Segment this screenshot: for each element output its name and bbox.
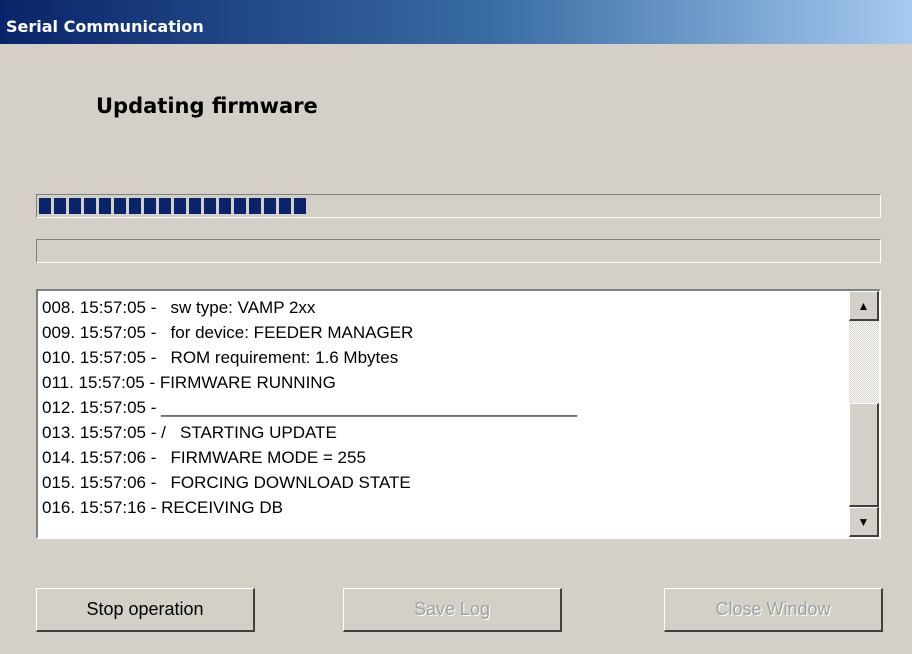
arrow-up-icon: ▲ [857,298,870,313]
main-progress-fill [39,198,306,214]
status-heading: Updating firmware [96,94,318,118]
serial-communication-window: Serial Communication Updating firmware 0… [0,0,912,654]
title-bar[interactable]: Serial Communication [0,0,912,44]
secondary-progress-bar [36,239,881,263]
window-title: Serial Communication [6,17,204,36]
log-line: 015. 15:57:06 - FORCING DOWNLOAD STATE [42,473,411,492]
arrow-down-icon: ▼ [857,514,870,529]
save-log-button[interactable]: Save Log [343,588,562,632]
log-line: 008. 15:57:05 - sw type: VAMP 2xx [42,298,316,317]
scroll-down-button[interactable]: ▼ [849,507,879,537]
log-line: 012. 15:57:05 - ________________________… [42,398,578,417]
log-lines: 008. 15:57:05 - sw type: VAMP 2xx 009. 15… [38,295,846,520]
close-window-button[interactable]: Close Window [664,588,883,632]
log-line: 009. 15:57:05 - for device: FEEDER MANAG… [42,323,414,342]
log-line: 014. 15:57:06 - FIRMWARE MODE = 255 [42,448,366,467]
log-scrollbar[interactable]: ▲ ▼ [849,291,879,537]
main-progress-bar [36,194,881,218]
scroll-up-button[interactable]: ▲ [849,291,879,321]
scrollbar-thumb[interactable] [849,403,879,507]
log-line: 016. 15:57:16 - RECEIVING DB [42,498,283,517]
log-listbox[interactable]: 008. 15:57:05 - sw type: VAMP 2xx 009. 15… [36,289,881,539]
stop-operation-button[interactable]: Stop operation [36,588,255,632]
log-line: 011. 15:57:05 - FIRMWARE RUNNING [42,373,336,392]
log-line: 013. 15:57:05 - / STARTING UPDATE [42,423,337,442]
log-line: 010. 15:57:05 - ROM requirement: 1.6 Mby… [42,348,399,367]
